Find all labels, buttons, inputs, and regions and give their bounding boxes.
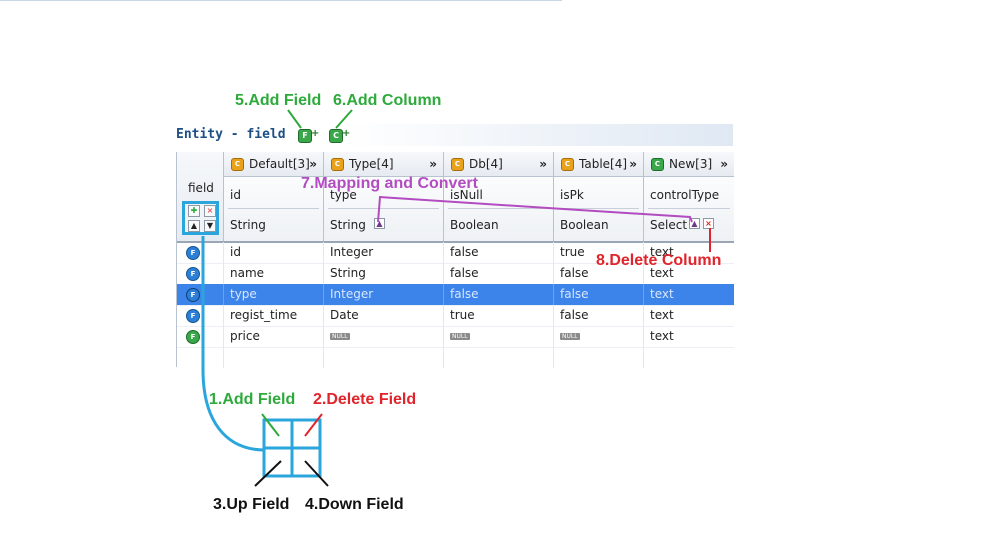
annotation-mapping: 7.Mapping and Convert: [301, 175, 478, 192]
annotation-field-down: 4.Down Field: [305, 496, 404, 513]
callout-connector: [201, 236, 266, 452]
pointer-add-field: [287, 109, 302, 129]
pointer-field-up: [254, 460, 282, 487]
pointer-mapping: [377, 195, 693, 223]
annotation-field-add: 1.Add Field: [209, 391, 296, 408]
annotation-field-up: 3.Up Field: [213, 496, 290, 513]
pointer-field-down: [304, 460, 329, 487]
annotation-field-delete: 2.Delete Field: [313, 391, 417, 408]
annotation-lines: [201, 109, 711, 487]
annotation-delete-column: 8.Delete Column: [596, 252, 722, 269]
pointer-add-column: [335, 109, 353, 129]
